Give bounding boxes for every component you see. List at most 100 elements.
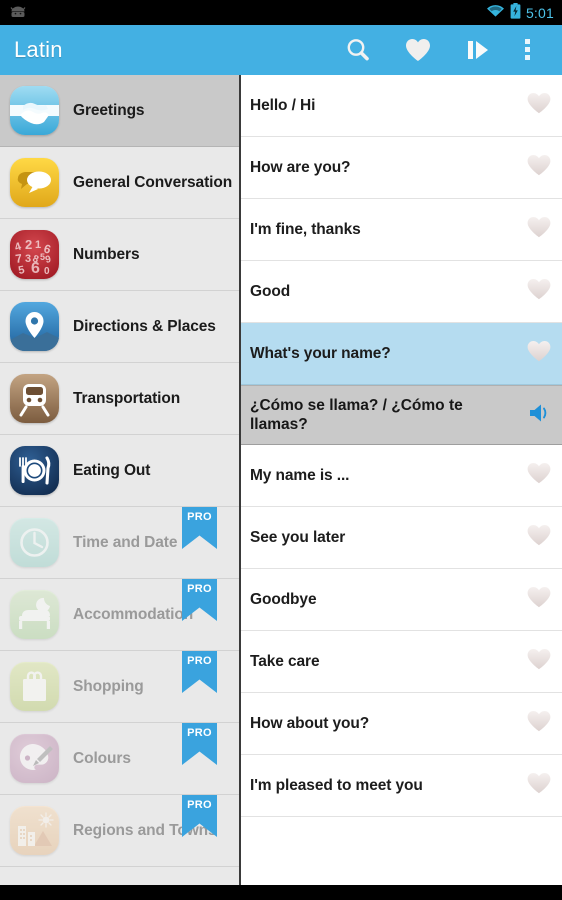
phrase-text: My name is ... <box>250 466 350 484</box>
heart-shape <box>527 773 551 794</box>
sidebar-item-general-conversation[interactable]: General Conversation <box>0 147 239 219</box>
sidebar-item-label: Shopping <box>73 677 144 695</box>
speaker-shape <box>530 404 547 421</box>
home-icon[interactable] <box>250 885 312 900</box>
phrase-text: What's your name? <box>250 344 391 362</box>
phrase-row[interactable]: I'm pleased to meet you <box>241 755 562 817</box>
pro-badge[interactable]: PRO <box>182 579 217 621</box>
palette-brush-icon <box>10 734 59 783</box>
status-bar: 5:01 <box>0 0 562 25</box>
android-robot-icon <box>8 6 28 19</box>
sidebar-item-label: Time and Date <box>73 533 178 551</box>
slideshow-play-icon[interactable] <box>448 25 508 75</box>
heart-icon[interactable] <box>526 215 552 244</box>
sidebar-item-time-and-date[interactable]: Time and Date PRO <box>0 507 239 579</box>
overflow-menu-icon[interactable] <box>508 25 548 75</box>
map-pin-icon <box>10 302 59 351</box>
clock-icon <box>10 518 59 567</box>
heart-icon[interactable] <box>526 153 552 182</box>
back-icon[interactable] <box>103 885 165 900</box>
heart-shape <box>527 155 551 176</box>
phrase-row[interactable]: Goodbye <box>241 569 562 631</box>
heart-icon[interactable] <box>526 339 552 368</box>
sidebar-item-directions-places[interactable]: Directions & Places <box>0 291 239 363</box>
svg-text:2: 2 <box>25 237 32 252</box>
phrase-text: How about you? <box>250 714 370 732</box>
heart-icon[interactable] <box>526 771 552 800</box>
phrase-row[interactable]: Good <box>241 261 562 323</box>
search-icon[interactable] <box>328 25 388 75</box>
heart-icon[interactable] <box>526 91 552 120</box>
speaker-icon[interactable] <box>526 401 552 430</box>
pro-badge[interactable]: PRO <box>182 651 217 693</box>
sidebar-item-regions-and-towns[interactable]: Regions and Towns PRO <box>0 795 239 867</box>
sidebar-item-numbers[interactable]: 4 2 1 6 7 3 8 5 9 5 6 0 Numbers <box>0 219 239 291</box>
heart-icon[interactable] <box>526 277 552 306</box>
action-bar-buttons <box>328 25 548 75</box>
cityscape-icon <box>10 806 59 855</box>
phrase-row[interactable]: My name is ... <box>241 445 562 507</box>
app-root: 5:01 Latin Greetings General Conversatio… <box>0 0 562 900</box>
recents-icon[interactable] <box>397 885 459 900</box>
heart-shape <box>527 711 551 732</box>
phrase-text: See you later <box>250 528 346 546</box>
sidebar-item-greetings[interactable]: Greetings <box>0 75 239 147</box>
phrase-text: I'm fine, thanks <box>250 220 361 238</box>
sidebar-item-eating-out[interactable]: Eating Out <box>0 435 239 507</box>
pro-badge[interactable]: PRO <box>182 723 217 765</box>
sidebar-item-accommodation[interactable]: Accommodation PRO <box>0 579 239 651</box>
sidebar-item-label: Greetings <box>73 101 145 119</box>
cutlery-plate-icon <box>10 446 59 495</box>
train-icon <box>10 374 59 423</box>
heart-shape <box>527 463 551 484</box>
phrase-row[interactable]: See you later <box>241 507 562 569</box>
handshake-icon <box>10 86 59 135</box>
system-navigation-bar <box>0 885 562 900</box>
translation-text: ¿Cómo se llama? / ¿Cómo te llamas? <box>250 396 463 433</box>
phrase-row[interactable]: Take care <box>241 631 562 693</box>
favorites-heart-icon[interactable] <box>388 25 448 75</box>
heart-icon[interactable] <box>526 585 552 614</box>
heart-icon[interactable] <box>526 523 552 552</box>
phrase-text: Hello / Hi <box>250 96 316 114</box>
heart-shape <box>527 93 551 114</box>
speech-bubbles-icon <box>10 158 59 207</box>
phrase-row[interactable]: How are you? <box>241 137 562 199</box>
status-bar-left <box>8 6 28 19</box>
phrase-row[interactable]: I'm fine, thanks <box>241 199 562 261</box>
shopping-bag-icon <box>10 662 59 711</box>
heart-shape <box>527 279 551 300</box>
phrase-text: How are you? <box>250 158 351 176</box>
heart-shape <box>527 525 551 546</box>
page-title: Latin <box>14 37 63 62</box>
sidebar-item-label: General Conversation <box>73 173 233 191</box>
svg-text:1: 1 <box>35 239 41 251</box>
phrase-text: Good <box>250 282 291 300</box>
sidebar-item-transportation[interactable]: Transportation <box>0 363 239 435</box>
phrase-text: Take care <box>250 652 320 670</box>
bed-moon-icon <box>10 590 59 639</box>
content-area: Greetings General Conversation 4 2 1 6 7… <box>0 75 562 885</box>
sidebar-item-label: Numbers <box>73 245 140 263</box>
pro-badge[interactable]: PRO <box>182 507 217 549</box>
phrase-text: I'm pleased to meet you <box>250 776 423 794</box>
action-bar: Latin <box>0 25 562 75</box>
heart-icon[interactable] <box>526 709 552 738</box>
phrase-list[interactable]: Hello / Hi How are you? I'm fine, thanks… <box>241 75 562 885</box>
phrase-row[interactable]: What's your name? <box>241 323 562 385</box>
battery-charging-icon <box>510 3 521 22</box>
phrase-row[interactable]: Hello / Hi <box>241 75 562 137</box>
sidebar-item-shopping[interactable]: Shopping PRO <box>0 651 239 723</box>
status-bar-right: 5:01 <box>486 3 554 22</box>
sidebar-item-colours[interactable]: Colours PRO <box>0 723 239 795</box>
heart-icon[interactable] <box>526 461 552 490</box>
phrase-text: Goodbye <box>250 590 317 608</box>
heart-shape <box>527 587 551 608</box>
category-sidebar[interactable]: Greetings General Conversation 4 2 1 6 7… <box>0 75 241 885</box>
numbers-icon: 4 2 1 6 7 3 8 5 9 5 6 0 <box>10 230 59 279</box>
sidebar-item-label: Transportation <box>73 389 181 407</box>
translation-row[interactable]: ¿Cómo se llama? / ¿Cómo te llamas? <box>241 385 562 445</box>
phrase-row[interactable]: How about you? <box>241 693 562 755</box>
wifi-icon <box>486 4 505 21</box>
heart-icon[interactable] <box>526 647 552 676</box>
